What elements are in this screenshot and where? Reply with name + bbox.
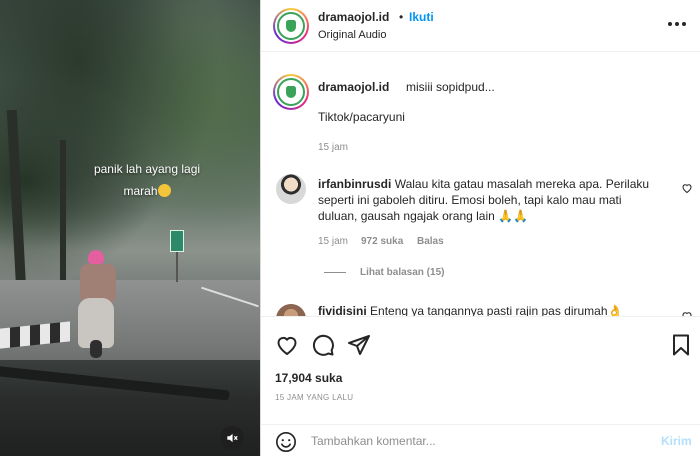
reply-button[interactable]: Balas xyxy=(417,236,444,247)
post-actions: 17,904 suka 15 JAM YANG LALU xyxy=(261,316,700,440)
emoji-button[interactable] xyxy=(275,431,297,453)
likes-count[interactable]: 17,904 suka xyxy=(275,371,342,385)
heart-icon xyxy=(277,337,297,355)
bookmark-icon xyxy=(673,334,689,356)
caption-timestamp: 15 jam xyxy=(318,142,349,153)
header-separator: • xyxy=(399,10,404,24)
post-date: 15 JAM YANG LALU xyxy=(275,393,354,402)
more-horizontal-icon xyxy=(668,22,686,26)
post-side-panel: dramaojol.id • Ikuti Original Audio dram… xyxy=(260,0,700,456)
video-caption: panik lah ayang lagi marah xyxy=(62,158,232,202)
comment-username[interactable]: fividisini xyxy=(318,304,367,316)
view-replies-label: Lihat balasan (15) xyxy=(360,267,445,278)
comment-button[interactable] xyxy=(311,333,335,357)
comment-body: irfanbinrusdi Walau kita gatau masalah m… xyxy=(318,176,658,224)
post-video[interactable]: panik lah ayang lagi marah xyxy=(0,0,260,456)
video-sign-pole xyxy=(176,252,178,282)
comment-input[interactable] xyxy=(311,429,631,453)
speaker-muted-icon xyxy=(227,433,238,443)
paper-plane-icon xyxy=(348,335,370,355)
video-caption-line1: panik lah ayang lagi xyxy=(93,162,201,176)
post-comment-button[interactable]: Kirim xyxy=(661,434,692,448)
instagram-post-viewer: panik lah ayang lagi marah dramaojol.id … xyxy=(0,0,700,456)
mute-button[interactable] xyxy=(220,426,244,450)
caption-text: misiii sopidpud... xyxy=(406,80,495,94)
commenter-avatar[interactable] xyxy=(276,174,306,204)
follow-button[interactable]: Ikuti xyxy=(409,10,434,24)
comment-username[interactable]: irfanbinrusdi xyxy=(318,177,391,191)
heart-icon xyxy=(682,184,692,194)
comment-text: Enteng ya tangannya pasti rajin pas diru… xyxy=(370,304,623,316)
save-button[interactable] xyxy=(669,333,693,357)
comment-bubble-icon xyxy=(312,334,334,356)
audio-link[interactable]: Original Audio xyxy=(318,29,387,41)
face-emoji-icon xyxy=(157,184,171,197)
rider-wheel xyxy=(90,340,102,358)
author-avatar[interactable] xyxy=(273,8,309,44)
comment-timestamp: 15 jam xyxy=(318,236,349,247)
caption-source: Tiktok/pacaryuni xyxy=(318,110,405,124)
more-options-button[interactable] xyxy=(665,12,689,36)
caption-author-avatar[interactable] xyxy=(273,74,309,110)
comment-likes[interactable]: 972 suka xyxy=(361,236,403,247)
comment-body: fividisini Enteng ya tangannya pasti raj… xyxy=(318,304,622,316)
post-header: dramaojol.id • Ikuti Original Audio xyxy=(261,0,700,52)
video-road-sign xyxy=(170,230,184,252)
view-replies-button[interactable]: Lihat balasan (15) xyxy=(324,267,444,278)
video-caption-line2: marah xyxy=(123,184,158,198)
commenter-avatar[interactable] xyxy=(276,304,306,316)
comment-like-button[interactable] xyxy=(681,182,693,197)
comments-list[interactable]: dramaojol.id misiii sopidpud... Tiktok/p… xyxy=(261,52,700,316)
add-comment-bar: Kirim xyxy=(261,424,700,456)
rider-helmet xyxy=(88,250,104,264)
smiley-icon xyxy=(276,432,296,452)
author-username[interactable]: dramaojol.id xyxy=(318,10,389,24)
like-button[interactable] xyxy=(275,333,299,357)
video-rider xyxy=(72,250,132,360)
caption-username[interactable]: dramaojol.id xyxy=(318,80,389,94)
share-button[interactable] xyxy=(347,333,371,357)
replies-divider xyxy=(324,271,346,273)
